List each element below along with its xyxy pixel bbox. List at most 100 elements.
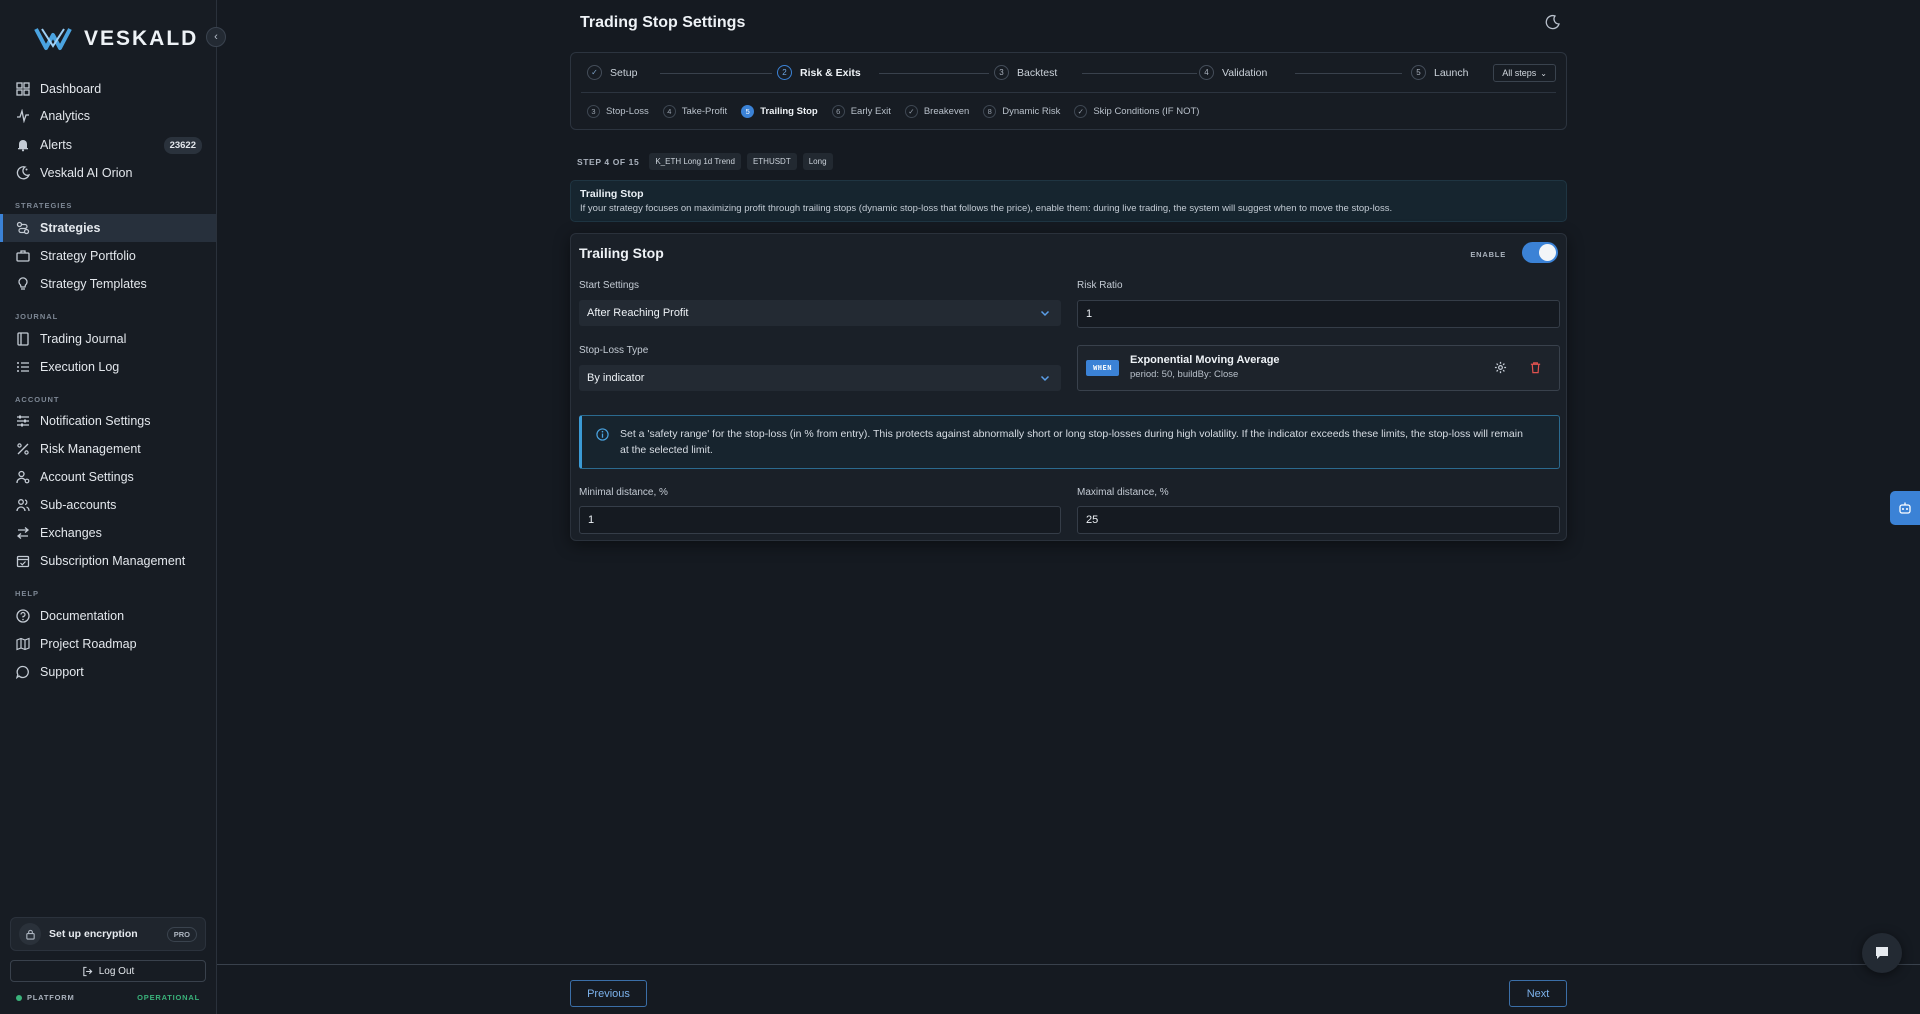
sidebar-item-trading-journal[interactable]: Trading Journal <box>0 325 216 353</box>
gear-icon[interactable] <box>1494 361 1507 374</box>
chat-button[interactable] <box>1862 933 1902 973</box>
risk-ratio-value: 1 <box>1086 308 1093 320</box>
assistant-side-tab[interactable] <box>1890 491 1920 525</box>
max-distance-input[interactable]: 25 <box>1077 506 1560 534</box>
sidebar-item-support[interactable]: Support <box>0 658 216 686</box>
toggle-knob <box>1539 244 1556 261</box>
step-counter: STEP 4 OF 15 <box>577 156 640 167</box>
sidebar-item-label: Project Roadmap <box>40 637 137 651</box>
dashboard-icon <box>16 82 30 96</box>
sidebar-item-subscription-management[interactable]: Subscription Management <box>0 547 216 575</box>
sidebar-item-label: Alerts <box>40 138 72 152</box>
start-settings-select[interactable]: After Reaching Profit <box>579 300 1061 326</box>
sidebar-item-analytics[interactable]: Analytics <box>0 102 216 130</box>
substep-stop-loss[interactable]: 3 Stop-Loss <box>587 105 649 118</box>
stop-loss-type-label: Stop-Loss Type <box>579 345 649 356</box>
footer-divider <box>217 964 1920 965</box>
substeps: 3 Stop-Loss 4 Take-Profit 5 Trailing Stop 6… <box>587 105 1199 118</box>
substep-dynamic-risk[interactable]: 8 Dynamic Risk <box>983 105 1060 118</box>
stop-loss-type-select[interactable]: By indicator <box>579 365 1061 391</box>
sidebar-item-label: Risk Management <box>40 442 141 456</box>
strategies-icon <box>16 221 30 235</box>
substep-label: Stop-Loss <box>606 106 649 117</box>
when-badge: WHEN <box>1086 360 1119 376</box>
brand-name: VESKALD <box>84 27 199 50</box>
substep-skip-conditions[interactable]: ✓ Skip Conditions (IF NOT) <box>1074 105 1199 118</box>
step-validation[interactable]: 4 Validation <box>1199 65 1267 80</box>
sidebar-item-documentation[interactable]: Documentation <box>0 602 216 630</box>
enable-label: ENABLE <box>1470 250 1506 259</box>
section-label-strategies: STRATEGIES <box>15 201 73 210</box>
step-setup[interactable]: ✓ Setup <box>587 65 637 80</box>
substep-number: 5 <box>741 105 755 118</box>
all-steps-label: All steps <box>1502 68 1537 78</box>
safety-range-text: Set a 'safety range' for the stop-loss (… <box>620 428 1523 456</box>
analytics-icon <box>16 109 30 123</box>
info-banner: Trailing Stop If your strategy focuses o… <box>570 180 1567 222</box>
brand-logo[interactable]: VESKALD <box>34 26 198 52</box>
logout-icon <box>82 966 93 976</box>
sidebar-item-label: Execution Log <box>40 360 120 374</box>
safety-range-notice: Set a 'safety range' for the stop-loss (… <box>579 415 1560 469</box>
min-distance-input[interactable]: 1 <box>579 506 1061 534</box>
moon-icon[interactable] <box>1545 14 1561 30</box>
wizard-stepper: ✓ Setup 2 Risk & Exits 3 Backtest 4 Vali… <box>570 52 1567 130</box>
enable-toggle[interactable] <box>1522 242 1558 263</box>
sidebar-item-label: Veskald AI Orion <box>40 166 133 180</box>
step-risk-exits[interactable]: 2 Risk & Exits <box>777 65 861 80</box>
sidebar-item-sub-accounts[interactable]: Sub-accounts <box>0 491 216 519</box>
start-settings-value: After Reaching Profit <box>587 307 689 319</box>
status-dot <box>16 994 22 1001</box>
substep-take-profit[interactable]: 4 Take-Profit <box>662 105 727 118</box>
next-button[interactable]: Next <box>1509 980 1567 1007</box>
briefcase-icon <box>16 249 30 263</box>
risk-ratio-input[interactable]: 1 <box>1077 300 1560 328</box>
trailing-stop-card: Trailing Stop ENABLE Start Settings Afte… <box>570 233 1567 541</box>
max-distance-label: Maximal distance, % <box>1077 487 1169 498</box>
sidebar-item-project-roadmap[interactable]: Project Roadmap <box>0 630 216 658</box>
sidebar-item-label: Account Settings <box>40 470 134 484</box>
indicator-name: Exponential Moving Average <box>1130 354 1280 366</box>
page-title: Trading Stop Settings <box>580 14 746 31</box>
substep-check-icon: ✓ <box>904 105 918 118</box>
logout-button[interactable]: Log Out <box>10 960 206 982</box>
step-label: Launch <box>1434 66 1469 79</box>
collapse-sidebar-button[interactable]: ‹ <box>206 27 226 47</box>
sidebar-item-strategies[interactable]: Strategies <box>0 214 216 242</box>
sidebar-item-notification-settings[interactable]: Notification Settings <box>0 407 216 435</box>
chevron-down-icon <box>1040 310 1050 317</box>
sidebar-item-label: Strategies <box>40 221 101 235</box>
step-backtest[interactable]: 3 Backtest <box>994 65 1057 80</box>
book-icon <box>16 332 30 346</box>
banner-description: If your strategy focuses on maximizing p… <box>580 203 1393 214</box>
sidebar-item-strategy-templates[interactable]: Strategy Templates <box>0 270 216 298</box>
setup-encryption-button[interactable]: Set up encryption PRO <box>10 917 206 951</box>
all-steps-dropdown[interactable]: All steps ⌄ <box>1493 64 1556 82</box>
sidebar-item-veskald-ai-orion[interactable]: Veskald AI Orion <box>0 159 216 187</box>
stop-loss-type-value: By indicator <box>587 372 645 384</box>
ai-orion-icon <box>16 166 30 180</box>
sidebar-item-risk-management[interactable]: Risk Management <box>0 435 216 463</box>
previous-button[interactable]: Previous <box>570 980 647 1007</box>
substep-breakeven[interactable]: ✓ Breakeven <box>904 105 969 118</box>
sidebar-item-strategy-portfolio[interactable]: Strategy Portfolio <box>0 242 216 270</box>
lightbulb-icon <box>16 277 30 291</box>
trash-icon[interactable] <box>1529 361 1542 374</box>
section-label-help: HELP <box>15 589 40 598</box>
step-label: Risk & Exits <box>800 66 861 79</box>
substep-trailing-stop[interactable]: 5 Trailing Stop <box>741 105 818 118</box>
substep-early-exit[interactable]: 6 Early Exit <box>831 105 891 118</box>
platform-status-value: OPERATIONAL <box>137 993 200 1002</box>
step-launch[interactable]: 5 Launch <box>1411 65 1468 80</box>
sidebar-item-alerts[interactable]: Alerts 23622 <box>0 131 216 159</box>
sidebar-item-label: Sub-accounts <box>40 498 117 512</box>
step-number: 2 <box>777 65 792 80</box>
sidebar-item-dashboard[interactable]: Dashboard <box>0 75 216 103</box>
sidebar-item-execution-log[interactable]: Execution Log <box>0 353 216 381</box>
sidebar-item-account-settings[interactable]: Account Settings <box>0 463 216 491</box>
step-number: 4 <box>1199 65 1214 80</box>
exchange-arrows-icon <box>16 526 30 540</box>
sidebar-item-exchanges[interactable]: Exchanges <box>0 519 216 547</box>
substep-number: 3 <box>587 105 600 118</box>
start-settings-label: Start Settings <box>579 280 640 291</box>
